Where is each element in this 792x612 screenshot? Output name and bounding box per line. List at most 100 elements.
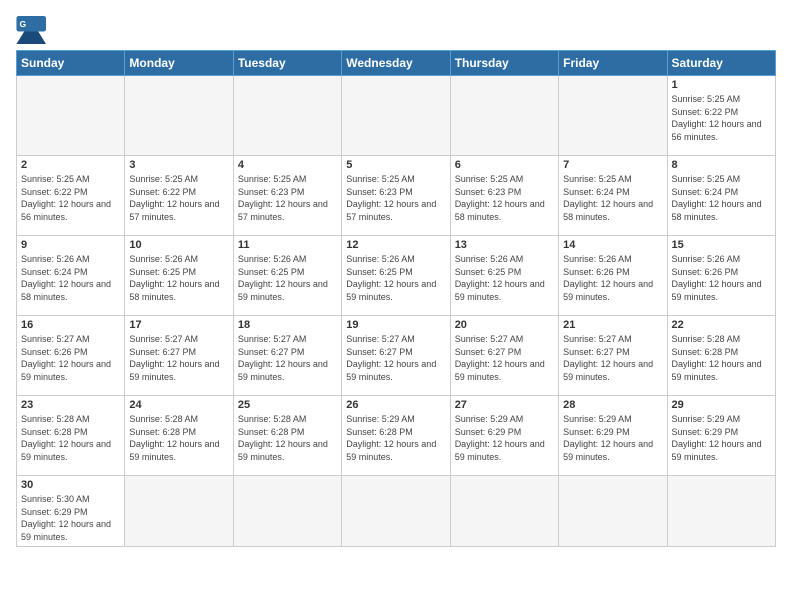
day-number: 11 <box>238 239 337 251</box>
day-info: Sunrise: 5:29 AMSunset: 6:29 PMDaylight:… <box>672 413 771 463</box>
day-cell: 26 Sunrise: 5:29 AMSunset: 6:28 PMDayligh… <box>342 396 450 476</box>
day-number: 1 <box>672 79 771 91</box>
day-info: Sunrise: 5:28 AMSunset: 6:28 PMDaylight:… <box>238 413 337 463</box>
day-cell <box>125 76 233 156</box>
day-info: Sunrise: 5:26 AMSunset: 6:24 PMDaylight:… <box>21 253 120 303</box>
day-info: Sunrise: 5:26 AMSunset: 6:25 PMDaylight:… <box>346 253 445 303</box>
day-number: 9 <box>21 239 120 251</box>
day-number: 24 <box>129 399 228 411</box>
logo: G <box>16 16 52 44</box>
day-number: 12 <box>346 239 445 251</box>
col-header-tuesday: Tuesday <box>233 51 341 76</box>
col-header-monday: Monday <box>125 51 233 76</box>
day-info: Sunrise: 5:29 AMSunset: 6:28 PMDaylight:… <box>346 413 445 463</box>
day-info: Sunrise: 5:28 AMSunset: 6:28 PMDaylight:… <box>672 333 771 383</box>
day-cell: 14 Sunrise: 5:26 AMSunset: 6:26 PMDayligh… <box>559 236 667 316</box>
day-cell: 20 Sunrise: 5:27 AMSunset: 6:27 PMDayligh… <box>450 316 558 396</box>
day-number: 2 <box>21 159 120 171</box>
day-cell <box>125 476 233 547</box>
day-info: Sunrise: 5:25 AMSunset: 6:23 PMDaylight:… <box>455 173 554 223</box>
day-number: 3 <box>129 159 228 171</box>
day-cell: 25 Sunrise: 5:28 AMSunset: 6:28 PMDayligh… <box>233 396 341 476</box>
week-row-2: 2 Sunrise: 5:25 AMSunset: 6:22 PMDaylight… <box>17 156 776 236</box>
day-cell: 7Sunrise: 5:25 AMSunset: 6:24 PMDaylight… <box>559 156 667 236</box>
day-cell: 18Sunrise: 5:27 AMSunset: 6:27 PMDayligh… <box>233 316 341 396</box>
day-cell: 4Sunrise: 5:25 AMSunset: 6:23 PMDaylight… <box>233 156 341 236</box>
day-info: Sunrise: 5:28 AMSunset: 6:28 PMDaylight:… <box>21 413 120 463</box>
day-cell: 21 Sunrise: 5:27 AMSunset: 6:27 PMDayligh… <box>559 316 667 396</box>
day-cell <box>233 476 341 547</box>
day-cell: 9 Sunrise: 5:26 AMSunset: 6:24 PMDaylight… <box>17 236 125 316</box>
day-cell <box>342 76 450 156</box>
day-cell <box>559 476 667 547</box>
day-number: 25 <box>238 399 337 411</box>
day-info: Sunrise: 5:27 AMSunset: 6:27 PMDaylight:… <box>563 333 662 383</box>
col-header-wednesday: Wednesday <box>342 51 450 76</box>
day-cell: 22Sunrise: 5:28 AMSunset: 6:28 PMDayligh… <box>667 316 775 396</box>
day-cell: 5Sunrise: 5:25 AMSunset: 6:23 PMDaylight… <box>342 156 450 236</box>
day-cell: 16 Sunrise: 5:27 AMSunset: 6:26 PMDayligh… <box>17 316 125 396</box>
day-number: 6 <box>455 159 554 171</box>
day-cell: 10 Sunrise: 5:26 AMSunset: 6:25 PMDayligh… <box>125 236 233 316</box>
day-cell <box>450 76 558 156</box>
day-info: Sunrise: 5:27 AMSunset: 6:26 PMDaylight:… <box>21 333 120 383</box>
day-info: Sunrise: 5:29 AMSunset: 6:29 PMDaylight:… <box>563 413 662 463</box>
day-cell: 2Sunrise: 5:25 AMSunset: 6:22 PMDaylight… <box>17 156 125 236</box>
day-number: 10 <box>129 239 228 251</box>
day-number: 7 <box>563 159 662 171</box>
day-info: Sunrise: 5:27 AMSunset: 6:27 PMDaylight:… <box>346 333 445 383</box>
week-row-6: 30 Sunrise: 5:30 AMSunset: 6:29 PMDayligh… <box>17 476 776 547</box>
day-number: 13 <box>455 239 554 251</box>
day-cell: 24 Sunrise: 5:28 AMSunset: 6:28 PMDayligh… <box>125 396 233 476</box>
week-row-4: 16 Sunrise: 5:27 AMSunset: 6:26 PMDayligh… <box>17 316 776 396</box>
day-number: 17 <box>129 319 228 331</box>
day-info: Sunrise: 5:27 AMSunset: 6:27 PMDaylight:… <box>238 333 337 383</box>
logo-icon: G <box>16 16 48 44</box>
day-cell <box>17 76 125 156</box>
day-cell: 1Sunrise: 5:25 AMSunset: 6:22 PMDaylight… <box>667 76 775 156</box>
day-number: 19 <box>346 319 445 331</box>
week-row-1: 1Sunrise: 5:25 AMSunset: 6:22 PMDaylight… <box>17 76 776 156</box>
day-info: Sunrise: 5:26 AMSunset: 6:25 PMDaylight:… <box>238 253 337 303</box>
header-row: SundayMondayTuesdayWednesdayThursdayFrid… <box>17 51 776 76</box>
day-info: Sunrise: 5:25 AMSunset: 6:23 PMDaylight:… <box>238 173 337 223</box>
day-cell <box>667 476 775 547</box>
day-cell: 27 Sunrise: 5:29 AMSunset: 6:29 PMDayligh… <box>450 396 558 476</box>
day-number: 21 <box>563 319 662 331</box>
day-cell <box>233 76 341 156</box>
day-info: Sunrise: 5:26 AMSunset: 6:26 PMDaylight:… <box>672 253 771 303</box>
day-info: Sunrise: 5:29 AMSunset: 6:29 PMDaylight:… <box>455 413 554 463</box>
day-cell: 23 Sunrise: 5:28 AMSunset: 6:28 PMDayligh… <box>17 396 125 476</box>
day-info: Sunrise: 5:27 AMSunset: 6:27 PMDaylight:… <box>129 333 228 383</box>
day-number: 27 <box>455 399 554 411</box>
col-header-saturday: Saturday <box>667 51 775 76</box>
day-cell <box>342 476 450 547</box>
day-number: 16 <box>21 319 120 331</box>
day-info: Sunrise: 5:26 AMSunset: 6:25 PMDaylight:… <box>455 253 554 303</box>
day-info: Sunrise: 5:25 AMSunset: 6:22 PMDaylight:… <box>129 173 228 223</box>
day-cell: 19 Sunrise: 5:27 AMSunset: 6:27 PMDayligh… <box>342 316 450 396</box>
day-cell: 11 Sunrise: 5:26 AMSunset: 6:25 PMDayligh… <box>233 236 341 316</box>
day-number: 28 <box>563 399 662 411</box>
day-number: 5 <box>346 159 445 171</box>
day-cell: 8Sunrise: 5:25 AMSunset: 6:24 PMDaylight… <box>667 156 775 236</box>
day-cell: 13 Sunrise: 5:26 AMSunset: 6:25 PMDayligh… <box>450 236 558 316</box>
day-number: 30 <box>21 479 120 491</box>
day-number: 26 <box>346 399 445 411</box>
day-info: Sunrise: 5:25 AMSunset: 6:24 PMDaylight:… <box>672 173 771 223</box>
day-info: Sunrise: 5:28 AMSunset: 6:28 PMDaylight:… <box>129 413 228 463</box>
day-number: 20 <box>455 319 554 331</box>
day-cell: 29 Sunrise: 5:29 AMSunset: 6:29 PMDayligh… <box>667 396 775 476</box>
day-number: 29 <box>672 399 771 411</box>
day-info: Sunrise: 5:26 AMSunset: 6:26 PMDaylight:… <box>563 253 662 303</box>
day-number: 23 <box>21 399 120 411</box>
svg-text:G: G <box>20 19 27 29</box>
day-cell: 15Sunrise: 5:26 AMSunset: 6:26 PMDayligh… <box>667 236 775 316</box>
day-number: 14 <box>563 239 662 251</box>
page-header: G <box>16 16 776 44</box>
day-info: Sunrise: 5:27 AMSunset: 6:27 PMDaylight:… <box>455 333 554 383</box>
day-info: Sunrise: 5:26 AMSunset: 6:25 PMDaylight:… <box>129 253 228 303</box>
day-info: Sunrise: 5:30 AMSunset: 6:29 PMDaylight:… <box>21 493 120 543</box>
day-cell: 30 Sunrise: 5:30 AMSunset: 6:29 PMDayligh… <box>17 476 125 547</box>
week-row-3: 9 Sunrise: 5:26 AMSunset: 6:24 PMDaylight… <box>17 236 776 316</box>
